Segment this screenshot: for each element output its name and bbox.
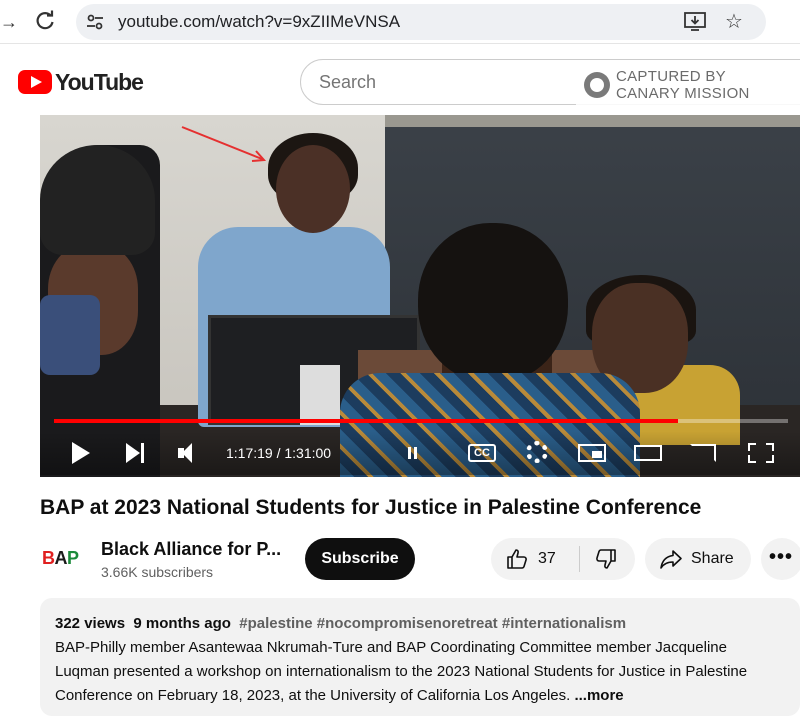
- cast-icon[interactable]: [690, 439, 718, 467]
- url-text[interactable]: youtube.com/watch?v=9xZIIMeVNSA: [118, 12, 400, 32]
- fullscreen-corner-tl: [748, 443, 756, 451]
- bookmark-star-icon[interactable]: ☆: [722, 10, 746, 34]
- video-frame-left-person-hat: [40, 145, 155, 255]
- play-icon[interactable]: [70, 439, 92, 467]
- fullscreen-corner-tr: [766, 443, 774, 451]
- video-player[interactable]: 1:17:19 / 1:31:00 CC: [40, 115, 800, 477]
- share-button[interactable]: Share: [645, 538, 751, 580]
- upload-age: 9 months ago: [133, 615, 231, 632]
- video-frame-left-person-mask: [40, 295, 100, 375]
- video-frame-speaker-head: [276, 145, 350, 233]
- theater-shape: [634, 445, 662, 461]
- channel-avatar[interactable]: BAP: [42, 540, 86, 576]
- avatar-letter-a: A: [54, 548, 68, 568]
- fullscreen-corner-br: [766, 455, 774, 463]
- youtube-wordmark: YouTube: [55, 69, 144, 95]
- settings-gear-icon[interactable]: [524, 439, 550, 467]
- video-frame-left-person: [40, 145, 160, 477]
- description-meta: 322 views 9 months ago #palestine #nocom…: [55, 614, 626, 634]
- player-controls: 1:17:19 / 1:31:00 CC: [40, 431, 800, 475]
- more-actions-button[interactable]: •••: [761, 538, 800, 580]
- hashtags[interactable]: #palestine #nocompromisenoretreat #inter…: [239, 615, 626, 632]
- fullscreen-icon[interactable]: [748, 439, 774, 467]
- canary-logo-icon: [584, 72, 610, 98]
- avatar-letter-p: P: [67, 548, 79, 568]
- progress-bar-fill: [54, 419, 678, 423]
- channel-name[interactable]: Black Alliance for P...: [101, 538, 291, 560]
- thumbs-down-icon: [596, 549, 616, 569]
- cast-shape: [690, 444, 716, 462]
- more-horizontal-icon: •••: [769, 546, 794, 568]
- site-info-icon[interactable]: [86, 13, 104, 31]
- video-frame-monitor-stand: [300, 365, 340, 425]
- share-arrow-icon: [660, 550, 682, 569]
- next-video-icon[interactable]: [126, 439, 148, 467]
- like-dislike-group: 37: [491, 538, 635, 580]
- miniplayer-icon[interactable]: [578, 439, 608, 467]
- description-box[interactable]: 322 views 9 months ago #palestine #nocom…: [40, 598, 800, 716]
- video-title: BAP at 2023 National Students for Justic…: [40, 496, 702, 519]
- volume-icon[interactable]: [178, 439, 200, 467]
- video-frame-center-person-head: [418, 223, 568, 383]
- time-display: 1:17:19 / 1:31:00: [226, 445, 332, 461]
- captions-icon: CC: [468, 444, 496, 462]
- share-label: Share: [691, 550, 734, 567]
- miniplayer-shape: [578, 444, 606, 462]
- description-body: BAP-Philly member Asantewaa Nkrumah-Ture…: [55, 639, 748, 704]
- gear-shape: [526, 441, 548, 463]
- avatar-letter-b: B: [42, 548, 55, 568]
- search-input[interactable]: [319, 72, 559, 93]
- fullscreen-corner-bl: [748, 455, 756, 463]
- address-bar[interactable]: youtube.com/watch?v=9xZIIMeVNSA ☆: [76, 4, 766, 40]
- install-app-icon[interactable]: [684, 12, 706, 32]
- forward-arrow-icon[interactable]: →: [0, 12, 18, 32]
- subscribe-button[interactable]: Subscribe: [305, 538, 415, 580]
- video-frame-board-edge: [385, 115, 800, 127]
- capture-watermark: CAPTURED BY CANARY MISSION: [576, 66, 800, 106]
- youtube-logo[interactable]: YouTube: [18, 68, 144, 96]
- captions-button[interactable]: CC: [468, 439, 496, 467]
- watermark-line-2: CANARY MISSION: [616, 85, 750, 102]
- like-button[interactable]: 37: [491, 538, 579, 580]
- annotation-arrow-icon: [181, 126, 267, 162]
- watermark-line-1: CAPTURED BY: [616, 68, 726, 85]
- browser-toolbar: → youtube.com/watch?v=9xZIIMeVNSA ☆: [0, 0, 800, 44]
- autoplay-toggle-icon[interactable]: [406, 439, 420, 467]
- show-more-link[interactable]: ...more: [574, 687, 623, 704]
- progress-bar[interactable]: [54, 419, 788, 423]
- subscriber-count: 3.66K subscribers: [101, 564, 214, 580]
- dislike-button[interactable]: [580, 538, 635, 580]
- reload-icon[interactable]: [34, 10, 56, 32]
- description-text: BAP-Philly member Asantewaa Nkrumah-Ture…: [55, 636, 785, 708]
- thumbs-up-icon: [507, 549, 527, 569]
- youtube-play-icon: [18, 70, 52, 94]
- theater-mode-icon[interactable]: [634, 439, 664, 467]
- view-count: 322 views: [55, 615, 126, 632]
- like-count: 37: [538, 550, 556, 567]
